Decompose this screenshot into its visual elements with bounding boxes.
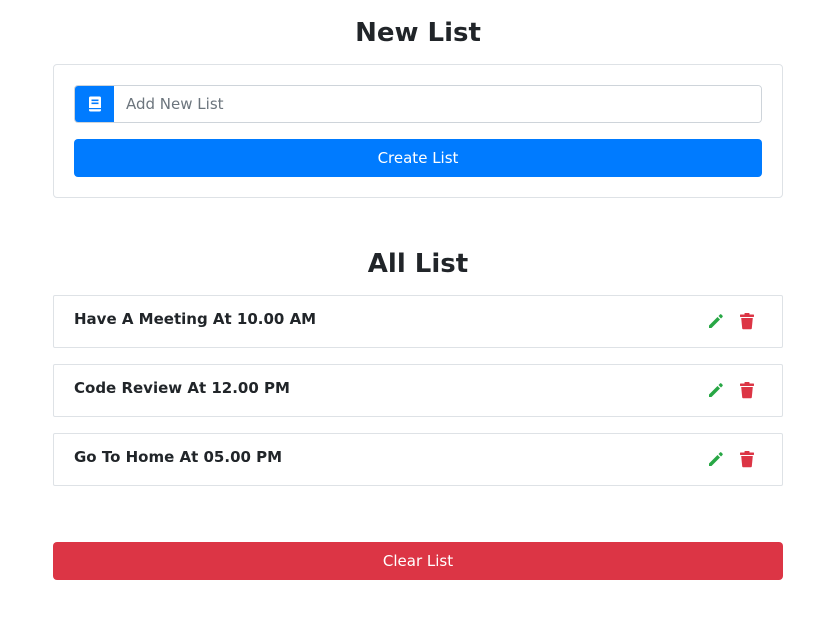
list-item: Go To Home At 05.00 PM (53, 433, 783, 486)
pencil-icon[interactable] (706, 311, 725, 330)
list-input-group (74, 85, 762, 123)
item-actions (706, 380, 756, 399)
list-item-text: Code Review At 12.00 PM (74, 379, 290, 397)
create-list-button[interactable]: Create List (74, 139, 762, 177)
all-list-title: All List (367, 249, 469, 279)
new-list-title: New List (355, 18, 481, 48)
trash-icon[interactable] (737, 449, 756, 468)
input-prepend (75, 86, 114, 122)
item-actions (706, 311, 756, 330)
book-icon (88, 96, 101, 112)
new-list-input[interactable] (114, 86, 761, 122)
item-actions (706, 449, 756, 468)
list-item-text: Have A Meeting At 10.00 AM (74, 310, 317, 328)
todo-page: New List Create List All List Have A Mee… (0, 0, 824, 640)
pencil-icon[interactable] (706, 380, 725, 399)
clear-list-button[interactable]: Clear List (53, 542, 783, 580)
list-item-text: Go To Home At 05.00 PM (74, 448, 283, 466)
trash-icon[interactable] (737, 311, 756, 330)
todo-list: Have A Meeting At 10.00 AM Code Review A… (53, 295, 783, 502)
list-item: Code Review At 12.00 PM (53, 364, 783, 417)
list-item: Have A Meeting At 10.00 AM (53, 295, 783, 348)
new-list-form: Create List (53, 64, 783, 198)
trash-icon[interactable] (737, 380, 756, 399)
pencil-icon[interactable] (706, 449, 725, 468)
